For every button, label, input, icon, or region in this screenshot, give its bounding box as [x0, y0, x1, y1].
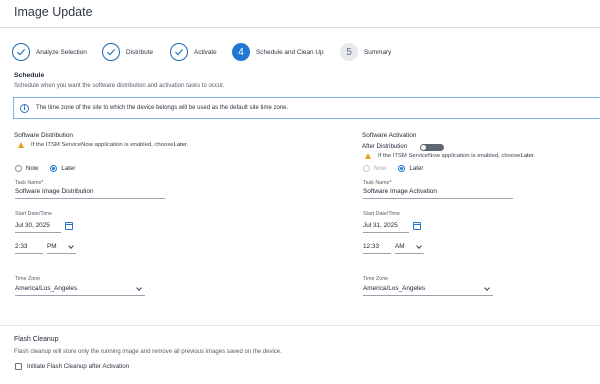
flash-cleanup-description: Flash cleanup will store only the runnin…	[14, 349, 282, 355]
warning-icon	[365, 153, 371, 159]
step-distribute[interactable]: Distribute	[102, 43, 153, 61]
info-banner-text: The time zone of the site to which the d…	[36, 105, 289, 111]
software-activation-title: Software Activation	[362, 132, 417, 139]
title-divider	[0, 27, 600, 28]
activation-itsm-warning: If the ITSM ServiceNow application is en…	[365, 153, 536, 159]
distribution-task-name-input[interactable]: Software Image Distribution	[15, 188, 165, 199]
timezone-info-banner: i The time zone of the site to which the…	[13, 97, 600, 119]
warning-suffix: .	[186, 142, 189, 148]
activation-timing-radio-group: Now Later	[363, 165, 436, 172]
after-distribution-toggle[interactable]	[420, 144, 444, 151]
step-label: Schedule and Clean Up	[256, 48, 324, 56]
warning-text: If the ITSM ServiceNow application is en…	[378, 153, 521, 159]
timezone-value: America/Los_Angeles	[363, 285, 426, 292]
check-icon	[102, 43, 120, 61]
step-number-badge: 5	[340, 43, 358, 61]
radio-button-selected[interactable]	[50, 165, 58, 172]
timezone-value: America/Los_Angeles	[15, 285, 78, 292]
distribution-itsm-warning: If the ITSM ServiceNow application is en…	[18, 142, 189, 148]
warning-suffix: .	[533, 153, 536, 159]
check-icon	[12, 43, 30, 61]
flash-cleanup-checkbox[interactable]	[15, 363, 22, 370]
distribution-task-name-label: Task Name*	[15, 180, 44, 186]
step-summary[interactable]: 5 Summary	[340, 43, 391, 61]
info-icon: i	[20, 104, 29, 113]
step-label: Analyze Selection	[36, 48, 87, 56]
step-label: Distribute	[126, 48, 153, 56]
distribution-date-input[interactable]: Jul 30, 2025	[15, 222, 61, 233]
radio-button-disabled[interactable]	[363, 165, 370, 172]
check-icon	[170, 43, 188, 61]
step-number-badge: 4	[232, 43, 250, 61]
warning-emphasis: Later	[173, 142, 187, 148]
activation-task-name-label: Task Name*	[363, 180, 392, 186]
activation-time-input[interactable]: 12:33	[363, 243, 391, 254]
radio-label: Now	[26, 165, 39, 172]
warning-emphasis: Later	[520, 153, 534, 159]
radio-label: Later	[61, 165, 76, 172]
schedule-heading: Schedule	[14, 72, 45, 79]
activation-date-input[interactable]: Jul 31, 2025	[363, 222, 409, 233]
ampm-value: AM	[395, 243, 405, 250]
ampm-value: PM	[47, 243, 57, 250]
distribution-timing-radio-group: Now Later	[15, 165, 88, 172]
page-title: Image Update	[14, 5, 93, 19]
flash-cleanup-heading: Flash Cleanup	[14, 336, 59, 343]
distribution-timezone-label: Time Zone	[15, 276, 41, 282]
activation-start-label: Start Date/Time	[363, 211, 400, 217]
radio-button-selected[interactable]	[398, 165, 406, 172]
step-schedule-and-clean-up[interactable]: 4 Schedule and Clean Up	[232, 43, 324, 61]
step-label: Summary	[364, 48, 392, 56]
calendar-icon[interactable]	[65, 222, 73, 230]
step-analyze-selection[interactable]: Analyze Selection	[12, 43, 87, 61]
calendar-icon[interactable]	[413, 222, 421, 230]
warning-icon	[18, 142, 24, 148]
toggle-knob	[421, 145, 426, 150]
step-label: Activate	[194, 48, 217, 56]
distribution-start-label: Start Date/Time	[15, 211, 52, 217]
activation-task-name-input[interactable]: Software Image Activation	[363, 188, 513, 199]
distribution-time-input[interactable]: 2:33	[15, 243, 43, 254]
section-divider	[0, 325, 600, 326]
activation-now-option[interactable]: Now	[363, 165, 386, 172]
distribution-now-option[interactable]: Now	[15, 165, 38, 172]
activation-timezone-label: Time Zone	[363, 276, 389, 282]
radio-label: Now	[374, 165, 387, 172]
schedule-description: Schedule when you want the software dist…	[14, 83, 225, 89]
distribution-later-option[interactable]: Later	[50, 165, 76, 172]
activation-timezone-select[interactable]: America/Los_Angeles	[363, 285, 493, 296]
activation-later-option[interactable]: Later	[398, 165, 424, 172]
radio-button[interactable]	[15, 165, 22, 172]
software-distribution-title: Software Distribution	[14, 132, 73, 139]
distribution-timezone-select[interactable]: America/Los_Angeles	[15, 285, 145, 296]
step-activate[interactable]: Activate	[170, 43, 217, 61]
after-distribution-label: After Distribution	[362, 143, 408, 150]
warning-text: If the ITSM ServiceNow application is en…	[31, 142, 174, 148]
checkbox-label: Initiate Flash Cleanup after Activation	[27, 363, 130, 370]
flash-cleanup-option[interactable]: Initiate Flash Cleanup after Activation	[15, 363, 129, 370]
radio-label: Later	[409, 165, 424, 172]
